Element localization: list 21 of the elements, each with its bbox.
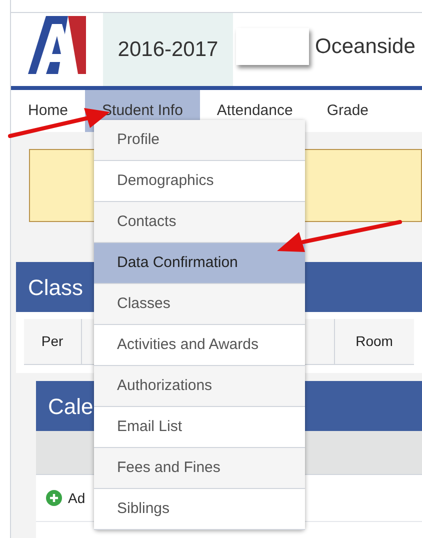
menu-item[interactable]: Email List xyxy=(94,407,305,448)
add-icon xyxy=(46,490,62,506)
menu-item[interactable]: Profile xyxy=(94,120,305,161)
menu-item[interactable]: Classes xyxy=(94,284,305,325)
menu-item[interactable]: Fees and Fines xyxy=(94,448,305,489)
school-year: 2016-2017 xyxy=(103,13,233,86)
panel-title: Cale xyxy=(48,392,94,420)
logo-icon xyxy=(28,16,86,74)
nav-tab[interactable]: Home xyxy=(11,90,86,132)
menu-item[interactable]: Demographics xyxy=(94,161,305,202)
panel-title: Class xyxy=(28,274,84,302)
nav-tab[interactable]: Grade xyxy=(310,90,386,132)
column-header: Per xyxy=(24,319,82,364)
school-name: Oceanside xyxy=(315,34,416,60)
column-header: Room xyxy=(354,332,394,351)
menu-item[interactable]: Contacts xyxy=(94,202,305,243)
add-link[interactable]: Ad xyxy=(68,488,86,508)
menu-item[interactable]: Data Confirmation xyxy=(94,243,305,284)
menu-item[interactable]: Siblings xyxy=(94,489,305,530)
menu-item[interactable]: Activities and Awards xyxy=(94,325,305,366)
menu-item[interactable]: Authorizations xyxy=(94,366,305,407)
